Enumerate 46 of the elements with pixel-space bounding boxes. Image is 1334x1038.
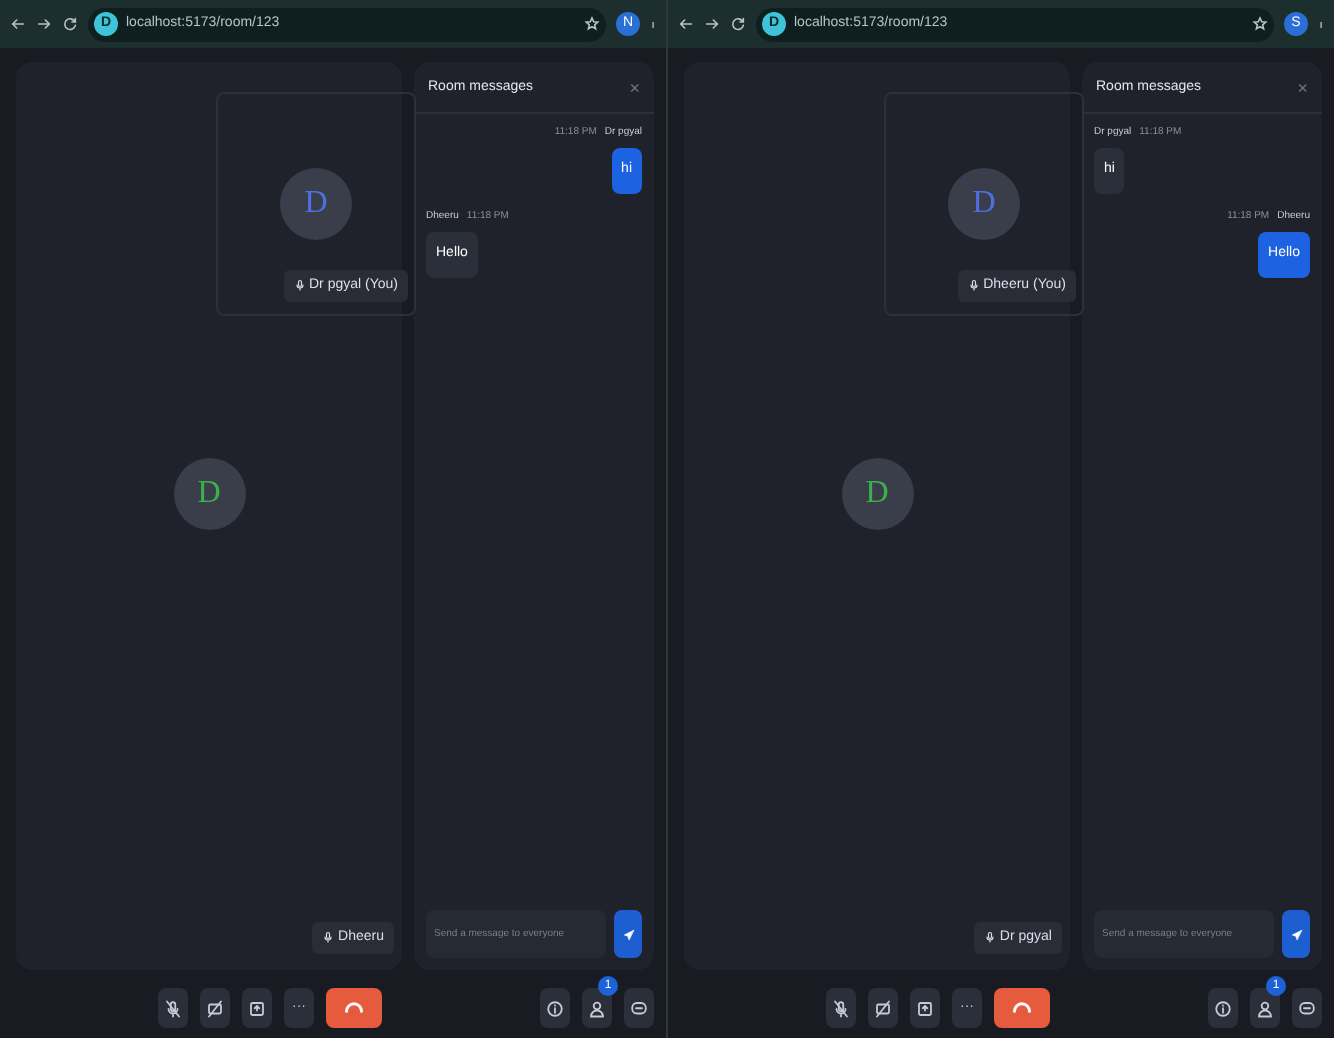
mic-off-icon [832, 999, 850, 1017]
forward-icon[interactable] [704, 16, 720, 32]
mic-off-icon [164, 999, 182, 1017]
reload-icon[interactable] [62, 16, 78, 32]
share-screen-icon [916, 999, 934, 1017]
participants-button[interactable] [582, 988, 612, 1028]
participants-button[interactable] [1250, 988, 1280, 1028]
person-icon [1256, 999, 1274, 1017]
mic-icon [967, 278, 980, 293]
info-button[interactable] [1208, 988, 1238, 1028]
mic-icon [293, 278, 305, 293]
reload-icon[interactable] [730, 16, 746, 32]
mic-icon [983, 930, 996, 945]
send-icon [1289, 927, 1303, 941]
bookmark-star-icon[interactable] [1252, 16, 1268, 32]
avatar-initial: D [972, 184, 996, 224]
hang-up-button[interactable] [326, 988, 382, 1028]
chat-button[interactable] [624, 988, 654, 1028]
mute-button[interactable] [826, 988, 856, 1028]
phone-icon [1012, 998, 1032, 1018]
camera-button[interactable] [200, 988, 230, 1028]
hang-up-button[interactable] [994, 988, 1050, 1028]
mic-icon [322, 930, 335, 945]
send-icon [621, 927, 635, 941]
camera-off-icon [874, 999, 892, 1017]
forward-icon[interactable] [36, 16, 52, 32]
info-button[interactable] [540, 988, 570, 1028]
send-button[interactable] [1282, 910, 1310, 958]
avatar-initial: D [197, 473, 221, 514]
bookmark-star-icon[interactable] [584, 16, 600, 32]
back-icon[interactable] [10, 16, 26, 32]
back-icon[interactable] [678, 16, 694, 32]
avatar-initial: D [304, 184, 328, 224]
info-icon [546, 999, 564, 1017]
avatar-initial: D [865, 473, 889, 514]
share-screen-button[interactable] [910, 988, 940, 1028]
share-screen-button[interactable] [242, 988, 272, 1028]
person-icon [588, 999, 606, 1017]
phone-icon [344, 998, 364, 1018]
chat-button[interactable] [1292, 988, 1322, 1028]
mute-button[interactable] [158, 988, 188, 1028]
share-screen-icon [248, 999, 266, 1017]
camera-off-icon [206, 999, 224, 1017]
send-button[interactable] [614, 910, 642, 958]
camera-button[interactable] [868, 988, 898, 1028]
info-icon [1214, 999, 1232, 1017]
